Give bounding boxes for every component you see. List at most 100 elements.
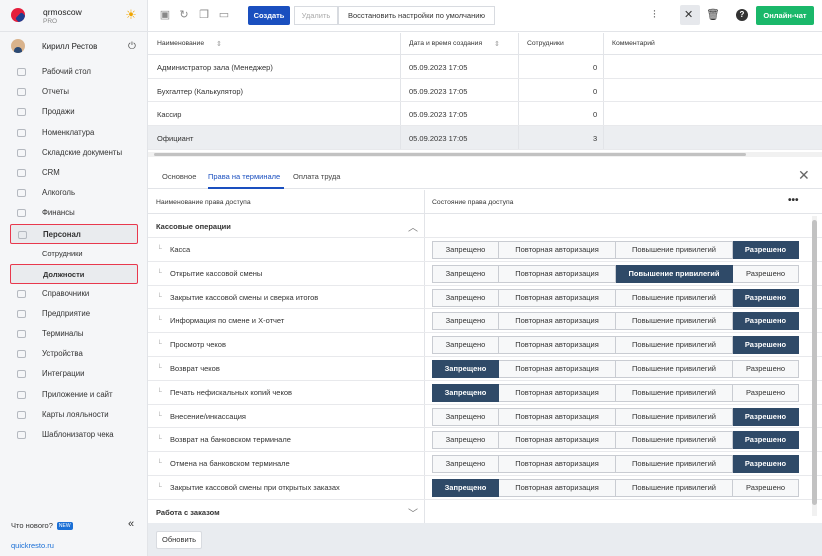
sidebar-item[interactable]: Алкоголь bbox=[0, 183, 148, 203]
state-option[interactable]: Повторная авторизация bbox=[499, 431, 616, 450]
state-option[interactable]: Запрещено bbox=[432, 455, 499, 474]
power-icon[interactable]: ⏻ bbox=[128, 41, 136, 52]
sun-icon[interactable]: ☀ bbox=[124, 8, 138, 22]
state-option[interactable]: Повторная авторизация bbox=[499, 264, 616, 283]
sidebar-item[interactable]: Персонал bbox=[10, 223, 138, 244]
save-icon[interactable]: ▣ bbox=[159, 9, 171, 21]
trash-icon[interactable]: 🗑 bbox=[706, 9, 720, 21]
state-option[interactable]: Повышение привилегий bbox=[616, 264, 733, 283]
site-link[interactable]: quickresto.ru bbox=[11, 541, 54, 550]
sort-icon[interactable]: ⇕ bbox=[216, 40, 222, 48]
permission-state-selector[interactable]: Запрещено Повторная авторизация Повышение … bbox=[432, 264, 799, 283]
state-option[interactable]: Повторная авторизация bbox=[499, 407, 616, 426]
state-option[interactable]: Повторная авторизация bbox=[499, 359, 616, 378]
avatar[interactable] bbox=[11, 39, 25, 53]
table-row[interactable]: Администратор зала (Менеджер) 05.09.2023 … bbox=[148, 55, 822, 79]
chevron-up-icon[interactable]: ︿ bbox=[408, 219, 418, 234]
state-option[interactable]: Повторная авторизация bbox=[499, 312, 616, 331]
permission-state-selector[interactable]: Запрещено Повторная авторизация Повышение … bbox=[432, 288, 799, 307]
sidebar-item[interactable]: Отчеты bbox=[0, 82, 148, 102]
state-option[interactable]: Повторная авторизация bbox=[499, 288, 616, 307]
whats-new-label[interactable]: Что нового? bbox=[11, 521, 53, 530]
state-option[interactable]: Запрещено bbox=[432, 431, 499, 450]
more-icon[interactable]: ••• bbox=[788, 195, 799, 206]
state-option[interactable]: Запрещено bbox=[432, 336, 499, 355]
state-option[interactable]: Разрешено bbox=[733, 455, 799, 474]
state-option[interactable]: Разрешено bbox=[733, 264, 799, 283]
state-option[interactable]: Повышение привилегий bbox=[616, 359, 733, 378]
sidebar-item[interactable]: Карты лояльности bbox=[0, 405, 148, 425]
tab-terminal-rights[interactable]: Права на терминале bbox=[208, 172, 280, 181]
state-option[interactable]: Повторная авторизация bbox=[499, 455, 616, 474]
copy-icon[interactable]: ❐ bbox=[198, 9, 210, 21]
state-option[interactable]: Повторная авторизация bbox=[499, 478, 616, 497]
group-order-work[interactable]: Работа с заказом ﹀ bbox=[148, 500, 822, 524]
state-option[interactable]: Повышение привилегий bbox=[616, 288, 733, 307]
permission-state-selector[interactable]: Запрещено Повторная авторизация Повышение … bbox=[432, 312, 799, 331]
column-header-employees[interactable]: Сотрудники bbox=[527, 40, 564, 47]
sidebar-item[interactable]: Номенклатура bbox=[0, 123, 148, 143]
group-cash-operations[interactable]: Кассовые операции ︿ bbox=[148, 214, 822, 238]
sidebar-item[interactable]: Продажи bbox=[0, 102, 148, 122]
state-option[interactable]: Разрешено bbox=[733, 241, 799, 259]
tab-basic[interactable]: Основное bbox=[162, 172, 196, 181]
state-option[interactable]: Повышение привилегий bbox=[616, 336, 733, 355]
state-option[interactable]: Повышение привилегий bbox=[616, 478, 733, 497]
table-row[interactable]: Официант 05.09.2023 17:05 3 bbox=[148, 126, 822, 150]
create-button[interactable]: Создать bbox=[248, 6, 290, 25]
window-icon[interactable]: ▭ bbox=[218, 9, 230, 21]
permission-state-selector[interactable]: Запрещено Повторная авторизация Повышение … bbox=[432, 407, 799, 426]
sidebar-item[interactable]: Терминалы bbox=[0, 324, 148, 344]
online-chat-button[interactable]: Онлайн-чат bbox=[756, 6, 814, 25]
column-header-date[interactable]: Дата и время создания bbox=[409, 40, 482, 47]
sort-icon[interactable]: ⇕ bbox=[494, 40, 500, 48]
collapse-sidebar-icon[interactable]: « bbox=[128, 518, 134, 530]
user-name[interactable]: Кирилл Рестов bbox=[42, 42, 97, 51]
sidebar-subitem[interactable]: Сотрудники bbox=[0, 244, 148, 264]
sidebar-item[interactable]: Рабочий стол bbox=[0, 62, 148, 82]
state-option[interactable]: Повторная авторизация bbox=[499, 241, 616, 259]
state-option[interactable]: Повышение привилегий bbox=[616, 407, 733, 426]
state-option[interactable]: Запрещено bbox=[432, 359, 499, 378]
state-option[interactable]: Разрешено bbox=[733, 478, 799, 497]
state-option[interactable]: Повышение привилегий bbox=[616, 455, 733, 474]
state-option[interactable]: Разрешено bbox=[733, 407, 799, 426]
sidebar-item[interactable]: Приложение и сайт bbox=[0, 385, 148, 405]
state-option[interactable]: Запрещено bbox=[432, 407, 499, 426]
sidebar-item[interactable]: Финансы bbox=[0, 203, 148, 223]
state-option[interactable]: Повторная авторизация bbox=[499, 336, 616, 355]
column-header-name[interactable]: Наименование bbox=[157, 40, 204, 47]
state-option[interactable]: Разрешено bbox=[733, 312, 799, 331]
state-option[interactable]: Разрешено bbox=[733, 336, 799, 355]
state-option[interactable]: Повторная авторизация bbox=[499, 383, 616, 402]
state-option[interactable]: Разрешено bbox=[733, 359, 799, 378]
whats-new-link[interactable]: Что нового? NEW bbox=[11, 521, 73, 531]
state-option[interactable]: Запрещено bbox=[432, 383, 499, 402]
column-header-comment[interactable]: Комментарий bbox=[612, 40, 655, 47]
sidebar-item[interactable]: CRM bbox=[0, 163, 148, 183]
permission-state-selector[interactable]: Запрещено Повторная авторизация Повышение … bbox=[432, 241, 799, 259]
sidebar-subitem[interactable]: Должности bbox=[10, 263, 138, 284]
state-option[interactable]: Запрещено bbox=[432, 478, 499, 497]
permission-state-selector[interactable]: Запрещено Повторная авторизация Повышение … bbox=[432, 478, 799, 497]
refresh-icon[interactable]: ↻ bbox=[178, 9, 190, 21]
sidebar-item[interactable]: Складские документы bbox=[0, 143, 148, 163]
state-option[interactable]: Запрещено bbox=[432, 264, 499, 283]
state-option[interactable]: Разрешено bbox=[733, 431, 799, 450]
state-option[interactable]: Повышение привилегий bbox=[616, 312, 733, 331]
settings-sliders-icon[interactable]: ⫶ bbox=[653, 9, 656, 21]
brand-name[interactable]: qrmoscow bbox=[43, 7, 82, 17]
vertical-scrollbar[interactable] bbox=[812, 216, 817, 516]
permission-state-selector[interactable]: Запрещено Повторная авторизация Повышение … bbox=[432, 383, 799, 402]
state-option[interactable]: Запрещено bbox=[432, 312, 499, 331]
sidebar-item[interactable]: Предприятие bbox=[0, 304, 148, 324]
state-option[interactable]: Повышение привилегий bbox=[616, 241, 733, 259]
permission-state-selector[interactable]: Запрещено Повторная авторизация Повышение … bbox=[432, 336, 799, 355]
state-option[interactable]: Запрещено bbox=[432, 241, 499, 259]
horizontal-scrollbar[interactable] bbox=[148, 152, 822, 157]
state-option[interactable]: Запрещено bbox=[432, 288, 499, 307]
table-row[interactable]: Бухгалтер (Калькулятор) 05.09.2023 17:05 0 bbox=[148, 78, 822, 103]
table-row[interactable]: Кассир 05.09.2023 17:05 0 bbox=[148, 102, 822, 127]
permission-state-selector[interactable]: Запрещено Повторная авторизация Повышение … bbox=[432, 359, 799, 378]
sidebar-item[interactable]: Устройства bbox=[0, 344, 148, 364]
